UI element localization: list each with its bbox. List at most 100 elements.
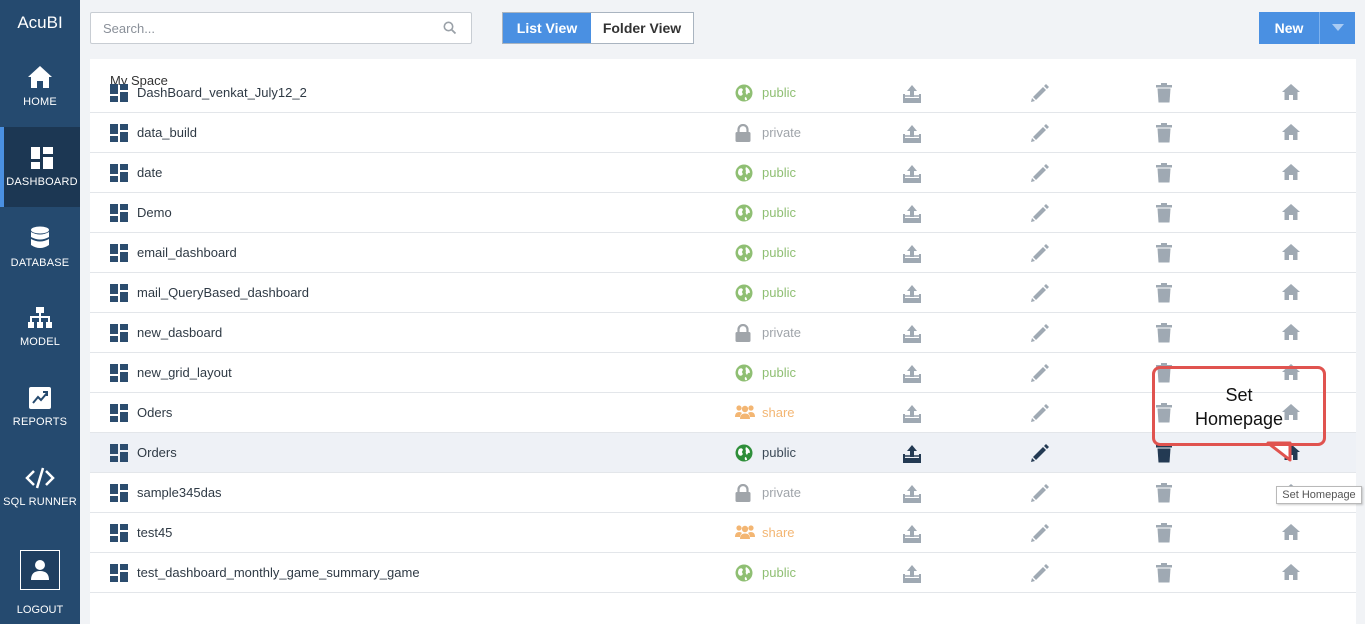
avatar[interactable] [20, 550, 60, 590]
table-row[interactable]: test_dashboard_monthly_game_summary_game… [90, 553, 1356, 593]
publish-icon[interactable] [902, 203, 922, 228]
dashboard-name[interactable]: email_dashboard [137, 245, 237, 260]
delete-icon[interactable] [1156, 363, 1172, 388]
publish-icon[interactable] [902, 283, 922, 308]
delete-icon[interactable] [1156, 443, 1172, 468]
edit-icon[interactable] [1030, 323, 1050, 348]
access-label: public [762, 85, 796, 100]
table-row[interactable]: Orders public [90, 433, 1356, 473]
home-icon[interactable] [1281, 403, 1301, 426]
table-row[interactable]: date public [90, 153, 1356, 193]
dashboard-name[interactable]: data_build [137, 125, 197, 140]
dashboard-icon [110, 484, 128, 507]
delete-icon[interactable] [1156, 283, 1172, 308]
delete-icon[interactable] [1156, 163, 1172, 188]
folder-view-button[interactable]: Folder View [591, 13, 693, 43]
publish-icon[interactable] [902, 403, 922, 428]
table-row[interactable]: mail_QueryBased_dashboard public [90, 273, 1356, 313]
edit-icon[interactable] [1030, 203, 1050, 228]
dashboard-name[interactable]: new_dasboard [137, 325, 222, 340]
nav-database[interactable]: DATABASE [0, 207, 80, 287]
edit-icon[interactable] [1030, 83, 1050, 108]
lock-icon [735, 483, 751, 507]
access-label: public [762, 165, 796, 180]
table-row[interactable]: new_grid_layout public [90, 353, 1356, 393]
dashboard-name[interactable]: new_grid_layout [137, 365, 232, 380]
delete-icon[interactable] [1156, 243, 1172, 268]
nav-home[interactable]: HOME [0, 46, 80, 126]
edit-icon[interactable] [1030, 123, 1050, 148]
home-icon[interactable] [1281, 563, 1301, 586]
logout-link[interactable]: LOGOUT [0, 604, 80, 616]
table-row[interactable]: DashBoard_venkat_July12_2 public [90, 73, 1356, 113]
edit-icon[interactable] [1030, 363, 1050, 388]
home-icon[interactable] [1281, 243, 1301, 266]
nav-dashboard[interactable]: DASHBOARD [0, 127, 80, 207]
dashboard-name[interactable]: DashBoard_venkat_July12_2 [137, 85, 307, 100]
edit-icon[interactable] [1030, 403, 1050, 428]
home-icon[interactable] [1281, 83, 1301, 106]
home-icon[interactable] [1281, 443, 1301, 466]
dashboard-name[interactable]: mail_QueryBased_dashboard [137, 285, 309, 300]
edit-icon[interactable] [1030, 243, 1050, 268]
delete-icon[interactable] [1156, 483, 1172, 508]
publish-icon[interactable] [902, 123, 922, 148]
dashboard-name[interactable]: test45 [137, 525, 172, 540]
dashboard-icon [110, 324, 128, 347]
edit-icon[interactable] [1030, 443, 1050, 468]
publish-icon[interactable] [902, 323, 922, 348]
dashboard-name[interactable]: date [137, 165, 162, 180]
publish-icon[interactable] [902, 483, 922, 508]
delete-icon[interactable] [1156, 563, 1172, 588]
new-dropdown-toggle[interactable] [1319, 12, 1355, 44]
dashboard-name[interactable]: test_dashboard_monthly_game_summary_game [137, 565, 420, 580]
publish-icon[interactable] [902, 443, 922, 468]
table-row[interactable]: new_dasboard private [90, 313, 1356, 353]
table-row[interactable]: sample345das private [90, 473, 1356, 513]
home-icon[interactable] [1281, 523, 1301, 546]
delete-icon[interactable] [1156, 323, 1172, 348]
dashboard-icon [110, 444, 128, 467]
edit-icon[interactable] [1030, 483, 1050, 508]
nav-sql-runner[interactable]: SQL RUNNER [0, 447, 80, 527]
dashboard-name[interactable]: Oders [137, 405, 172, 420]
table-row[interactable]: Demo public [90, 193, 1356, 233]
dashboard-name[interactable]: sample345das [137, 485, 222, 500]
search-input[interactable] [91, 13, 431, 43]
home-icon[interactable] [1281, 123, 1301, 146]
dashboard-name[interactable]: Demo [137, 205, 172, 220]
publish-icon[interactable] [902, 363, 922, 388]
publish-icon[interactable] [902, 163, 922, 188]
table-row[interactable]: data_build private [90, 113, 1356, 153]
home-icon[interactable] [1281, 363, 1301, 386]
new-button[interactable]: New [1259, 12, 1355, 44]
publish-icon[interactable] [902, 83, 922, 108]
search-icon[interactable] [443, 21, 457, 35]
home-icon[interactable] [1281, 323, 1301, 346]
home-icon[interactable] [1281, 203, 1301, 226]
delete-icon[interactable] [1156, 83, 1172, 108]
lock-icon [735, 323, 751, 347]
nav-model[interactable]: MODEL [0, 287, 80, 367]
home-icon[interactable] [1281, 163, 1301, 186]
edit-icon[interactable] [1030, 163, 1050, 188]
publish-icon[interactable] [902, 243, 922, 268]
list-view-button[interactable]: List View [503, 13, 591, 43]
delete-icon[interactable] [1156, 123, 1172, 148]
dashboard-name[interactable]: Orders [137, 445, 177, 460]
chevron-down-icon [1331, 24, 1344, 31]
edit-icon[interactable] [1030, 563, 1050, 588]
edit-icon[interactable] [1030, 283, 1050, 308]
edit-icon[interactable] [1030, 523, 1050, 548]
publish-icon[interactable] [902, 523, 922, 548]
delete-icon[interactable] [1156, 403, 1172, 428]
delete-icon[interactable] [1156, 523, 1172, 548]
delete-icon[interactable] [1156, 203, 1172, 228]
nav-reports[interactable]: REPORTS [0, 367, 80, 447]
table-row[interactable]: test45 share [90, 513, 1356, 553]
publish-icon[interactable] [902, 563, 922, 588]
table-row[interactable]: Oders share [90, 393, 1356, 433]
home-icon[interactable] [1281, 283, 1301, 306]
table-row[interactable]: email_dashboard public [90, 233, 1356, 273]
dashboard-icon [31, 146, 53, 169]
